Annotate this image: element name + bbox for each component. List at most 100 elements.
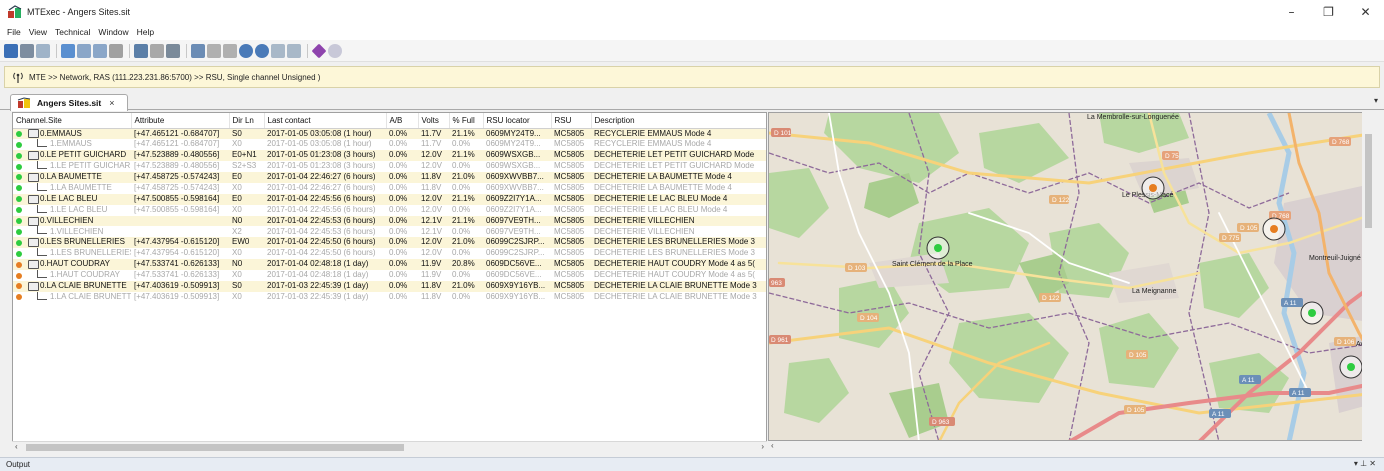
site-marker[interactable] — [934, 244, 942, 252]
table-row[interactable]: 1.LA BAUMETTE [+47.458725 -0.574243] X0 201… — [13, 182, 766, 194]
restore-button[interactable]: ❐ — [1310, 0, 1347, 24]
site-name: 1.EMMAUS — [50, 139, 92, 149]
scrollbar-thumb[interactable] — [26, 444, 404, 451]
site-marker[interactable] — [1308, 309, 1316, 317]
table-row[interactable]: 0.LA CLAIE BRUNETTE [+47.403619 -0.509913… — [13, 281, 766, 292]
tab-angers-sites[interactable]: Angers Sites.sit × — [10, 94, 128, 111]
cell-volts: 12.1V — [421, 226, 442, 236]
ruler-icon[interactable] — [223, 43, 237, 58]
close-button[interactable]: ✕ — [1347, 0, 1384, 24]
table-row[interactable]: 1.LES BRUNELLERIES [+47.437954 -0.615120]… — [13, 248, 766, 259]
user-icon[interactable] — [166, 43, 180, 58]
import-icon[interactable] — [77, 43, 91, 58]
chart-icon[interactable] — [134, 43, 148, 58]
column-header[interactable]: Volts — [418, 113, 450, 129]
network-path[interactable]: MTE >> Network, RAS (111.223.231.86:5700… — [29, 73, 320, 82]
scrollbar-thumb[interactable] — [1365, 134, 1372, 228]
road-label: D 122 — [1042, 295, 1060, 302]
minimize-button[interactable]: – — [1273, 0, 1310, 24]
table-horizontal-scrollbar[interactable]: ‹ › — [12, 441, 767, 452]
site-marker[interactable] — [1270, 225, 1278, 233]
map-horizontal-scrollbar[interactable]: ‹ — [768, 441, 1375, 452]
site-marker[interactable] — [1347, 363, 1355, 371]
cell-volts: 12.0V — [421, 193, 442, 203]
scroll-left-icon[interactable]: ‹ — [15, 442, 18, 451]
print-icon[interactable] — [20, 43, 34, 58]
column-header[interactable]: Description — [591, 113, 766, 129]
diamond-icon[interactable] — [311, 43, 327, 58]
menu-view[interactable]: View — [29, 27, 47, 37]
menu-file[interactable]: File — [7, 27, 21, 37]
table-row[interactable]: 1.LE LAC BLEU [+47.500855 -0.598164] X0 201… — [13, 204, 766, 216]
table-row[interactable]: 1.LE PETIT GUICHARD [+47.523889 -0.480556… — [13, 161, 766, 172]
column-header[interactable]: RSU — [551, 113, 592, 129]
table-row[interactable]: 0.VILLECHIEN N0 2017-01-04 22:45:53 (6 hou… — [13, 215, 766, 227]
save-icon[interactable] — [4, 43, 18, 58]
scroll-left-icon[interactable]: ‹ — [771, 441, 774, 450]
table-row[interactable]: 1.HAUT COUDRAY [+47.533741 -0.626133] X0 20… — [13, 270, 766, 281]
column-header[interactable]: Channel.Site — [13, 113, 132, 129]
cell-dir: X0 — [232, 291, 242, 301]
back-icon[interactable] — [239, 43, 253, 58]
map-vertical-scrollbar[interactable] — [1362, 112, 1375, 441]
table-icon[interactable] — [287, 43, 301, 58]
table-row[interactable]: 0.LA BAUMETTE [+47.458725 -0.574243] E0 201… — [13, 172, 766, 183]
cell-locator: 06099C2SJRP... — [486, 248, 545, 258]
cell-last: 2017-01-04 02:48:18 (1 day) — [267, 259, 369, 269]
table-row[interactable]: 1.LA CLAIE BRUNETTE [+47.403619 -0.509913… — [13, 291, 766, 303]
forward-icon[interactable] — [255, 43, 269, 58]
menu-help[interactable]: Help — [137, 27, 154, 37]
status-dot-icon — [16, 185, 22, 192]
output-panel-controls[interactable]: ▾ ⊥ ✕ — [1354, 459, 1376, 468]
status-dot-icon — [16, 294, 22, 301]
map-canvas[interactable]: D 101 D 75 D 768 D 122 D 105 D 775 D 768… — [769, 113, 1375, 441]
cell-rsu: MC5805 — [554, 248, 585, 258]
cell-volts: 11.7V — [421, 139, 442, 149]
menu-window[interactable]: Window — [98, 27, 128, 37]
globe-icon[interactable] — [328, 43, 342, 58]
table-row[interactable]: 0.LE PETIT GUICHARD [+47.523889 -0.480556… — [13, 150, 766, 162]
export-icon[interactable] — [93, 43, 107, 58]
cell-volts: 11.8V — [421, 172, 442, 182]
tab-close-icon[interactable]: × — [109, 98, 114, 108]
cell-dir: E0 — [232, 193, 242, 203]
network-icon[interactable] — [61, 43, 75, 58]
table-row[interactable]: 0.HAUT COUDRAY [+47.533741 -0.626133] N0 20… — [13, 259, 766, 271]
tab-overflow-icon[interactable]: ▾ — [1374, 96, 1378, 105]
column-header[interactable]: Attribute — [131, 113, 230, 129]
table-row[interactable]: 0.EMMAUS [+47.465121 -0.684707] S0 2017-01-… — [13, 128, 766, 140]
road-label: D 104 — [860, 315, 878, 322]
column-header[interactable]: RSU locator — [483, 113, 552, 129]
scroll-right-icon[interactable]: › — [761, 442, 764, 451]
site-device-icon — [28, 129, 39, 139]
swap-icon[interactable] — [150, 43, 164, 58]
menu-technical[interactable]: Technical — [55, 27, 90, 37]
road-label: 963 — [771, 280, 782, 287]
table-row[interactable]: 1.VILLECHIEN X2 2017-01-04 22:45:53 (6 hou… — [13, 226, 766, 237]
zoom-icon[interactable] — [191, 43, 205, 58]
cell-attribute — [131, 216, 229, 227]
table-row[interactable]: 1.EMMAUS [+47.465121 -0.684707] X0 2017-01-… — [13, 139, 766, 150]
column-header[interactable]: Last contact — [264, 113, 387, 129]
column-header[interactable]: % Full — [449, 113, 484, 129]
cell-ab: 0.0% — [389, 259, 408, 269]
table-row[interactable]: 0.LES BRUNELLERIES [+47.437954 -0.615120]… — [13, 237, 766, 249]
output-panel[interactable]: Output ▾ ⊥ ✕ — [0, 457, 1384, 471]
layer-icon[interactable] — [271, 43, 285, 58]
toolbar-separator — [307, 43, 308, 58]
table-row[interactable]: 0.LE LAC BLEU [+47.500855 -0.598164] E0 201… — [13, 193, 766, 205]
window-title: MTExec - Angers Sites.sit — [27, 7, 131, 17]
site-name: 0.LA BAUMETTE — [40, 172, 102, 182]
column-header[interactable]: A/B — [386, 113, 419, 129]
site-marker[interactable] — [1149, 184, 1157, 192]
cell-desc: DECHETERIE LET PETIT GUICHARD Mode — [594, 150, 755, 160]
site-name: 0.HAUT COUDRAY — [40, 259, 110, 269]
refresh-icon[interactable] — [109, 43, 123, 58]
road-label: D 75 — [1165, 153, 1179, 160]
column-header[interactable]: Dir Ln — [229, 113, 265, 129]
cell-full: 20.8% — [452, 259, 475, 269]
preview-icon[interactable] — [36, 43, 50, 58]
status-dot-icon — [16, 261, 22, 268]
pan-icon[interactable] — [207, 43, 221, 58]
map-view[interactable]: D 101 D 75 D 768 D 122 D 105 D 775 D 768… — [768, 112, 1375, 441]
